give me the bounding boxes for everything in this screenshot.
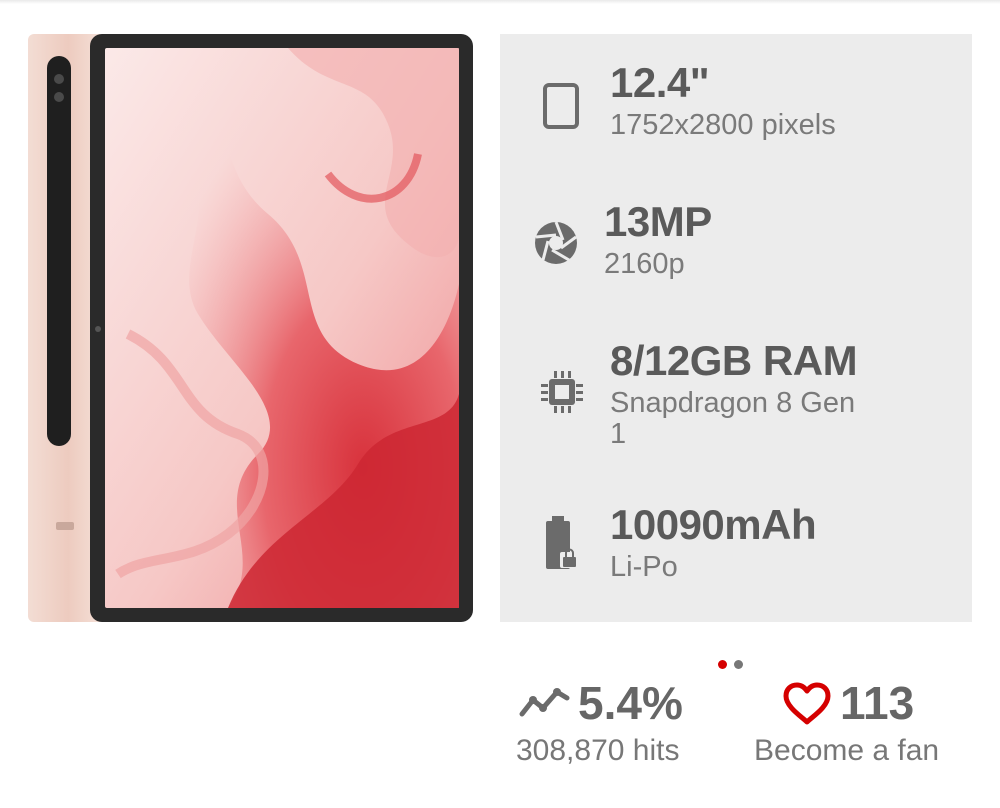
become-a-fan-link[interactable]: Become a fan (754, 734, 939, 768)
specs-panel: 12.4" 1752x2800 pixels 13MP 2160p 8/12GB… (500, 34, 972, 622)
tablet-icon (538, 82, 584, 130)
heart-icon[interactable] (782, 682, 832, 731)
camera-aperture-icon (532, 219, 578, 267)
ram-size: 8/12GB RAM (610, 337, 858, 384)
top-divider (0, 0, 1000, 4)
tablet-photo (28, 34, 473, 622)
popularity-value: 5.4% (578, 677, 683, 729)
battery-capacity: 10090mAh (610, 501, 817, 548)
pager-dot[interactable] (734, 660, 743, 669)
hits-count: 308,870 hits (516, 734, 680, 767)
display-size: 12.4" (610, 59, 710, 106)
camera-resolution: 13MP (604, 198, 712, 245)
pager-dot-active[interactable] (718, 660, 727, 669)
display-resolution: 1752x2800 pixels (610, 109, 836, 141)
chipset-line-1: Snapdragon 8 Gen (610, 387, 856, 419)
device-image[interactable] (28, 34, 473, 622)
video-resolution: 2160p (604, 248, 685, 280)
battery-type: Li-Po (610, 551, 678, 583)
trend-icon (519, 686, 573, 725)
battery-icon (538, 514, 584, 569)
fans-count: 113 (840, 677, 915, 729)
chipset-line-2: 1 (610, 418, 627, 450)
chip-icon (538, 368, 584, 416)
